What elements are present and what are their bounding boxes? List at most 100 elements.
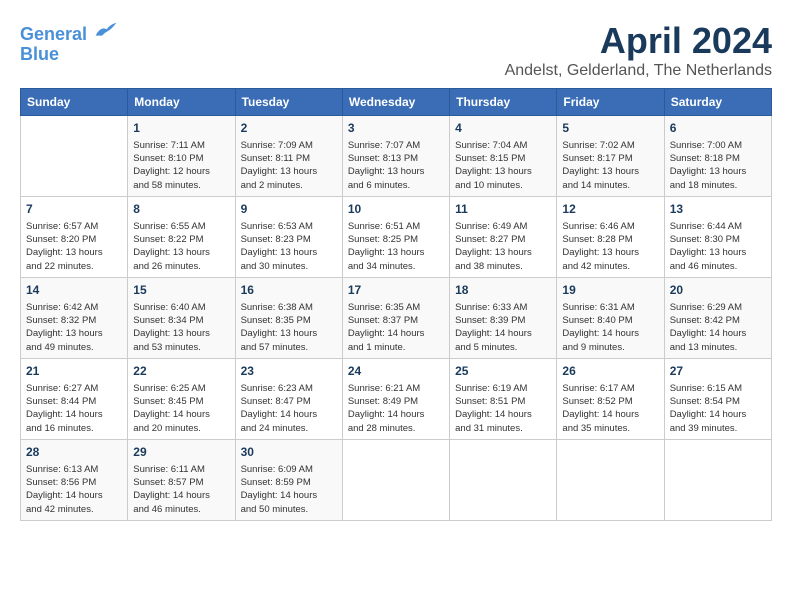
day-number: 6 bbox=[670, 120, 766, 137]
calendar-cell bbox=[21, 116, 128, 197]
calendar-cell: 23Sunrise: 6:23 AMSunset: 8:47 PMDayligh… bbox=[235, 358, 342, 439]
calendar-cell: 2Sunrise: 7:09 AMSunset: 8:11 PMDaylight… bbox=[235, 116, 342, 197]
day-info: Sunrise: 6:46 AMSunset: 8:28 PMDaylight:… bbox=[562, 220, 658, 273]
day-number: 3 bbox=[348, 120, 444, 137]
header-sunday: Sunday bbox=[21, 89, 128, 116]
day-info: Sunrise: 7:00 AMSunset: 8:18 PMDaylight:… bbox=[670, 139, 766, 192]
day-number: 5 bbox=[562, 120, 658, 137]
day-number: 13 bbox=[670, 201, 766, 218]
day-info: Sunrise: 6:09 AMSunset: 8:59 PMDaylight:… bbox=[241, 463, 337, 516]
day-info: Sunrise: 6:29 AMSunset: 8:42 PMDaylight:… bbox=[670, 301, 766, 354]
calendar-cell: 19Sunrise: 6:31 AMSunset: 8:40 PMDayligh… bbox=[557, 277, 664, 358]
day-info: Sunrise: 6:27 AMSunset: 8:44 PMDaylight:… bbox=[26, 382, 122, 435]
day-info: Sunrise: 6:13 AMSunset: 8:56 PMDaylight:… bbox=[26, 463, 122, 516]
day-info: Sunrise: 6:44 AMSunset: 8:30 PMDaylight:… bbox=[670, 220, 766, 273]
calendar-cell: 3Sunrise: 7:07 AMSunset: 8:13 PMDaylight… bbox=[342, 116, 449, 197]
logo-bird-icon bbox=[94, 20, 118, 40]
day-info: Sunrise: 7:11 AMSunset: 8:10 PMDaylight:… bbox=[133, 139, 229, 192]
calendar-cell: 7 Sunrise: 6:57 AMSunset: 8:20 PMDaylight… bbox=[21, 196, 128, 277]
day-number: 1 bbox=[133, 120, 229, 137]
calendar-cell: 5 Sunrise: 7:02 AMSunset: 8:17 PMDaylight… bbox=[557, 116, 664, 197]
calendar-week-row: 7 Sunrise: 6:57 AMSunset: 8:20 PMDaylight… bbox=[21, 196, 772, 277]
calendar-cell: 22 Sunrise: 6:25 AMSunset: 8:45 PMDayligh… bbox=[128, 358, 235, 439]
month-title: April 2024 bbox=[505, 20, 772, 62]
day-number: 25 bbox=[455, 363, 551, 380]
logo: General Blue bbox=[20, 20, 118, 65]
calendar-cell: 16 Sunrise: 6:38 AMSunset: 8:35 PMDayligh… bbox=[235, 277, 342, 358]
day-info: Sunrise: 6:19 AMSunset: 8:51 PMDaylight:… bbox=[455, 382, 551, 435]
day-number: 21 bbox=[26, 363, 122, 380]
calendar-week-row: 28 Sunrise: 6:13 AMSunset: 8:56 PMDayligh… bbox=[21, 439, 772, 520]
calendar-table: SundayMondayTuesdayWednesdayThursdayFrid… bbox=[20, 88, 772, 521]
day-info: Sunrise: 6:31 AMSunset: 8:40 PMDaylight:… bbox=[562, 301, 658, 354]
calendar-cell: 11Sunrise: 6:49 AMSunset: 8:27 PMDayligh… bbox=[450, 196, 557, 277]
day-number: 8 bbox=[133, 201, 229, 218]
day-number: 15 bbox=[133, 282, 229, 299]
calendar-cell: 13 Sunrise: 6:44 AMSunset: 8:30 PMDayligh… bbox=[664, 196, 771, 277]
logo-text: General Blue bbox=[20, 20, 118, 65]
calendar-cell: 6 Sunrise: 7:00 AMSunset: 8:18 PMDaylight… bbox=[664, 116, 771, 197]
day-info: Sunrise: 6:42 AMSunset: 8:32 PMDaylight:… bbox=[26, 301, 122, 354]
day-info: Sunrise: 6:33 AMSunset: 8:39 PMDaylight:… bbox=[455, 301, 551, 354]
day-number: 28 bbox=[26, 444, 122, 461]
calendar-cell: 27Sunrise: 6:15 AMSunset: 8:54 PMDayligh… bbox=[664, 358, 771, 439]
header-wednesday: Wednesday bbox=[342, 89, 449, 116]
day-info: Sunrise: 6:17 AMSunset: 8:52 PMDaylight:… bbox=[562, 382, 658, 435]
calendar-cell: 28 Sunrise: 6:13 AMSunset: 8:56 PMDayligh… bbox=[21, 439, 128, 520]
day-number: 9 bbox=[241, 201, 337, 218]
calendar-cell: 18 Sunrise: 6:33 AMSunset: 8:39 PMDayligh… bbox=[450, 277, 557, 358]
day-info: Sunrise: 6:40 AMSunset: 8:34 PMDaylight:… bbox=[133, 301, 229, 354]
day-info: Sunrise: 6:49 AMSunset: 8:27 PMDaylight:… bbox=[455, 220, 551, 273]
page-header: General Blue April 2024 Andelst, Gelderl… bbox=[20, 20, 772, 80]
day-info: Sunrise: 6:51 AMSunset: 8:25 PMDaylight:… bbox=[348, 220, 444, 273]
calendar-cell bbox=[557, 439, 664, 520]
header-friday: Friday bbox=[557, 89, 664, 116]
calendar-header-row: SundayMondayTuesdayWednesdayThursdayFrid… bbox=[21, 89, 772, 116]
calendar-cell: 25 Sunrise: 6:19 AMSunset: 8:51 PMDayligh… bbox=[450, 358, 557, 439]
day-number: 7 bbox=[26, 201, 122, 218]
day-number: 27 bbox=[670, 363, 766, 380]
calendar-cell: 14 Sunrise: 6:42 AMSunset: 8:32 PMDayligh… bbox=[21, 277, 128, 358]
day-number: 18 bbox=[455, 282, 551, 299]
calendar-cell: 30 Sunrise: 6:09 AMSunset: 8:59 PMDayligh… bbox=[235, 439, 342, 520]
location-subtitle: Andelst, Gelderland, The Netherlands bbox=[505, 62, 772, 80]
day-number: 16 bbox=[241, 282, 337, 299]
day-number: 14 bbox=[26, 282, 122, 299]
day-info: Sunrise: 6:57 AMSunset: 8:20 PMDaylight:… bbox=[26, 220, 122, 273]
calendar-cell: 10 Sunrise: 6:51 AMSunset: 8:25 PMDayligh… bbox=[342, 196, 449, 277]
header-monday: Monday bbox=[128, 89, 235, 116]
day-info: Sunrise: 6:35 AMSunset: 8:37 PMDaylight:… bbox=[348, 301, 444, 354]
day-info: Sunrise: 6:55 AMSunset: 8:22 PMDaylight:… bbox=[133, 220, 229, 273]
day-number: 4 bbox=[455, 120, 551, 137]
calendar-cell: 26 Sunrise: 6:17 AMSunset: 8:52 PMDayligh… bbox=[557, 358, 664, 439]
day-number: 29 bbox=[133, 444, 229, 461]
day-info: Sunrise: 7:09 AMSunset: 8:11 PMDaylight:… bbox=[241, 139, 337, 192]
day-info: Sunrise: 7:02 AMSunset: 8:17 PMDaylight:… bbox=[562, 139, 658, 192]
calendar-cell: 17Sunrise: 6:35 AMSunset: 8:37 PMDayligh… bbox=[342, 277, 449, 358]
day-number: 10 bbox=[348, 201, 444, 218]
header-saturday: Saturday bbox=[664, 89, 771, 116]
calendar-week-row: 14 Sunrise: 6:42 AMSunset: 8:32 PMDayligh… bbox=[21, 277, 772, 358]
title-block: April 2024 Andelst, Gelderland, The Neth… bbox=[505, 20, 772, 80]
calendar-week-row: 21 Sunrise: 6:27 AMSunset: 8:44 PMDayligh… bbox=[21, 358, 772, 439]
day-number: 30 bbox=[241, 444, 337, 461]
calendar-cell bbox=[450, 439, 557, 520]
day-info: Sunrise: 6:38 AMSunset: 8:35 PMDaylight:… bbox=[241, 301, 337, 354]
calendar-cell: 12 Sunrise: 6:46 AMSunset: 8:28 PMDayligh… bbox=[557, 196, 664, 277]
day-info: Sunrise: 6:25 AMSunset: 8:45 PMDaylight:… bbox=[133, 382, 229, 435]
day-number: 24 bbox=[348, 363, 444, 380]
day-number: 26 bbox=[562, 363, 658, 380]
day-info: Sunrise: 6:23 AMSunset: 8:47 PMDaylight:… bbox=[241, 382, 337, 435]
day-number: 12 bbox=[562, 201, 658, 218]
calendar-cell: 8 Sunrise: 6:55 AMSunset: 8:22 PMDaylight… bbox=[128, 196, 235, 277]
calendar-cell bbox=[342, 439, 449, 520]
day-info: Sunrise: 6:21 AMSunset: 8:49 PMDaylight:… bbox=[348, 382, 444, 435]
header-tuesday: Tuesday bbox=[235, 89, 342, 116]
calendar-cell: 20Sunrise: 6:29 AMSunset: 8:42 PMDayligh… bbox=[664, 277, 771, 358]
calendar-cell: 21 Sunrise: 6:27 AMSunset: 8:44 PMDayligh… bbox=[21, 358, 128, 439]
calendar-cell: 1 Sunrise: 7:11 AMSunset: 8:10 PMDaylight… bbox=[128, 116, 235, 197]
day-info: Sunrise: 6:53 AMSunset: 8:23 PMDaylight:… bbox=[241, 220, 337, 273]
calendar-cell: 4Sunrise: 7:04 AMSunset: 8:15 PMDaylight… bbox=[450, 116, 557, 197]
calendar-week-row: 1 Sunrise: 7:11 AMSunset: 8:10 PMDaylight… bbox=[21, 116, 772, 197]
day-number: 22 bbox=[133, 363, 229, 380]
